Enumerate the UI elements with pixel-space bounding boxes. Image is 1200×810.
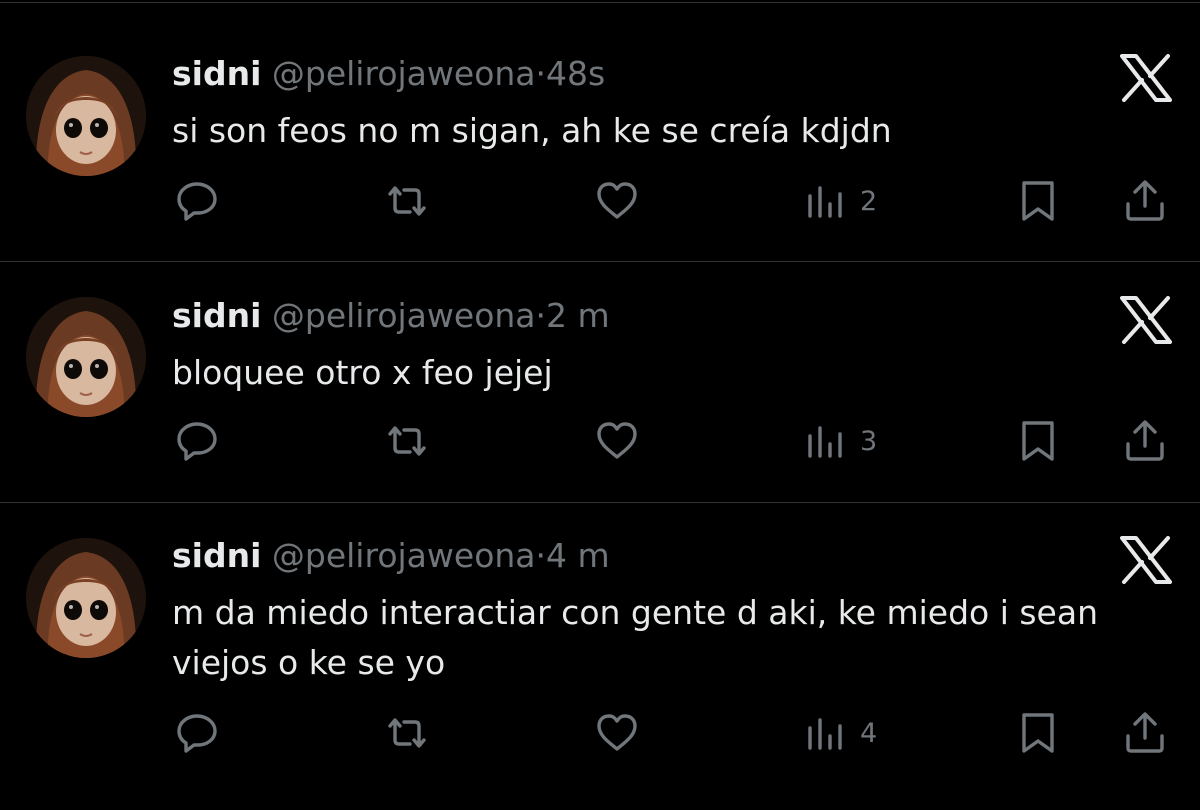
share-upload-icon xyxy=(1122,178,1168,224)
avatar[interactable] xyxy=(26,56,146,176)
views-button[interactable]: 4 xyxy=(806,710,877,756)
share-upload-icon xyxy=(1122,710,1168,756)
user-handle[interactable]: @pelirojaweona xyxy=(272,536,536,575)
action-bar: 3 xyxy=(0,418,1200,464)
avatar[interactable] xyxy=(26,297,146,417)
tweet-divider xyxy=(0,502,1200,503)
bookmark-button[interactable] xyxy=(1018,418,1058,464)
bar-chart-icon xyxy=(806,710,846,756)
repost-arrows-icon xyxy=(384,178,430,224)
heart-icon xyxy=(594,178,640,224)
tweet[interactable]: sidni @pelirojaweona·4 m m da miedo inte… xyxy=(0,504,1200,810)
separator-dot: · xyxy=(535,54,547,93)
speech-bubble-icon xyxy=(174,710,220,756)
user-handle[interactable]: @pelirojaweona xyxy=(272,296,536,335)
views-button[interactable]: 2 xyxy=(806,178,877,224)
heart-icon xyxy=(594,710,640,756)
bookmark-icon xyxy=(1018,178,1058,224)
tweet-text: m da miedo interactiar con gente d aki, … xyxy=(172,593,1098,682)
bookmark-icon xyxy=(1018,418,1058,464)
separator-dot: · xyxy=(535,536,547,575)
tweet-header: sidni @pelirojaweona·48s xyxy=(172,54,605,94)
timestamp[interactable]: 2 m xyxy=(546,296,610,335)
like-button[interactable] xyxy=(594,710,640,756)
repost-button[interactable] xyxy=(384,178,430,224)
timestamp[interactable]: 4 m xyxy=(546,536,610,575)
bar-chart-icon xyxy=(806,178,846,224)
repost-button[interactable] xyxy=(384,710,430,756)
share-button[interactable] xyxy=(1122,178,1168,224)
display-name[interactable]: sidni xyxy=(172,54,261,93)
separator-dot: · xyxy=(535,296,547,335)
bookmark-button[interactable] xyxy=(1018,178,1058,224)
views-button[interactable]: 3 xyxy=(806,418,877,464)
tweet-text: si son feos no m sigan, ah ke se creía k… xyxy=(172,111,892,150)
speech-bubble-icon xyxy=(174,418,220,464)
reply-button[interactable] xyxy=(174,178,220,224)
bookmark-icon xyxy=(1018,710,1058,756)
timestamp[interactable]: 48s xyxy=(546,54,605,93)
like-button[interactable] xyxy=(594,418,640,464)
share-button[interactable] xyxy=(1122,418,1168,464)
repost-arrows-icon xyxy=(384,418,430,464)
x-logo-icon xyxy=(1120,54,1172,102)
heart-icon xyxy=(594,418,640,464)
tweet-divider xyxy=(0,261,1200,262)
user-handle[interactable]: @pelirojaweona xyxy=(272,54,536,93)
bookmark-button[interactable] xyxy=(1018,710,1058,756)
bar-chart-icon xyxy=(806,418,846,464)
speech-bubble-icon xyxy=(174,178,220,224)
view-count: 4 xyxy=(860,717,878,749)
tweet-text: bloquee otro x feo jejej xyxy=(172,353,553,392)
tweet[interactable]: sidni @pelirojaweona·2 m bloquee otro x … xyxy=(0,263,1200,503)
tweet-header: sidni @pelirojaweona·4 m xyxy=(172,536,610,576)
tweet-header: sidni @pelirojaweona·2 m xyxy=(172,296,610,336)
repost-arrows-icon xyxy=(384,710,430,756)
action-bar: 2 xyxy=(0,178,1200,224)
x-logo-icon xyxy=(1120,296,1172,344)
x-logo-icon xyxy=(1120,536,1172,584)
display-name[interactable]: sidni xyxy=(172,296,261,335)
like-button[interactable] xyxy=(594,178,640,224)
view-count: 2 xyxy=(860,185,878,217)
reply-button[interactable] xyxy=(174,418,220,464)
repost-button[interactable] xyxy=(384,418,430,464)
action-bar: 4 xyxy=(0,710,1200,756)
share-upload-icon xyxy=(1122,418,1168,464)
view-count: 3 xyxy=(860,425,878,457)
reply-button[interactable] xyxy=(174,710,220,756)
tweet[interactable]: sidni @pelirojaweona·48s si son feos no … xyxy=(0,0,1200,262)
share-button[interactable] xyxy=(1122,710,1168,756)
avatar[interactable] xyxy=(26,538,146,658)
display-name[interactable]: sidni xyxy=(172,536,261,575)
